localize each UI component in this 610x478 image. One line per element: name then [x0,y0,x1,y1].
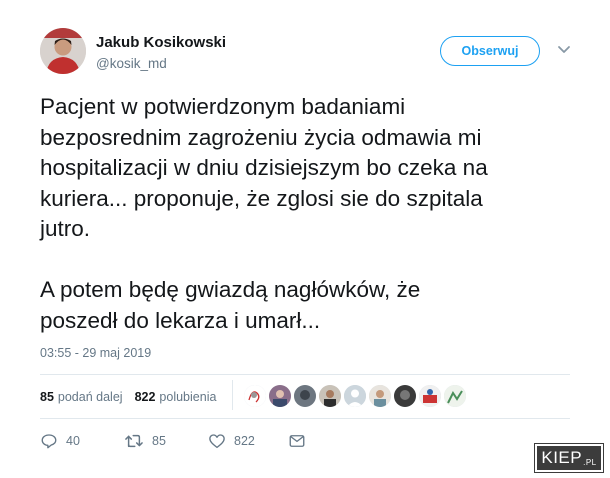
author-handle[interactable]: @kosik_md [96,56,167,71]
watermark-text: KIEP [541,448,583,467]
retweets-count: 85 [40,390,54,404]
likes-label: polubienia [159,390,217,404]
liker-avatar[interactable] [269,385,291,407]
liker-avatar[interactable] [244,385,266,407]
liker-avatar[interactable] [344,385,366,407]
likes-count: 822 [134,390,156,404]
like-button[interactable]: 822 [208,432,288,450]
follow-button[interactable]: Obserwuj [440,36,540,66]
retweet-icon [125,434,143,448]
heart-icon [209,434,225,449]
like-count: 822 [234,434,255,448]
avatar-image [40,28,86,74]
divider [40,418,570,419]
retweets-label: podań dalej [57,390,123,404]
stats-separator [232,380,233,410]
author-name[interactable]: Jakub Kosikowski [96,34,226,51]
tweet-timestamp[interactable]: 03:55 - 29 maj 2019 [40,346,151,360]
author-avatar[interactable] [40,28,86,74]
retweet-button[interactable]: 85 [124,432,208,450]
liker-avatar[interactable] [369,385,391,407]
site-watermark: KIEP .PL [534,443,604,473]
liker-avatar[interactable] [394,385,416,407]
reply-icon [41,434,57,449]
retweet-count: 85 [152,434,166,448]
reply-count: 40 [66,434,80,448]
chevron-down-icon[interactable] [556,44,572,56]
tweet-text: Pacjent w potwierdzonym badaniami bezpos… [40,94,488,333]
tweet-actions: 40 85 822 [40,432,306,450]
watermark-suffix: .PL [583,458,597,467]
liker-avatar[interactable] [319,385,341,407]
liker-avatar[interactable] [294,385,316,407]
liker-avatar[interactable] [444,385,466,407]
reply-button[interactable]: 40 [40,432,124,450]
retweets-stat[interactable]: 85 podań dalej [40,390,123,404]
engagement-stats: 85 podań dalej 822 polubienia [40,390,216,404]
divider [40,374,570,375]
direct-message-button[interactable] [288,432,306,450]
envelope-icon [289,435,305,447]
liker-avatars [244,385,466,407]
likes-stat[interactable]: 822 polubienia [135,390,217,404]
liker-avatar[interactable] [419,385,441,407]
